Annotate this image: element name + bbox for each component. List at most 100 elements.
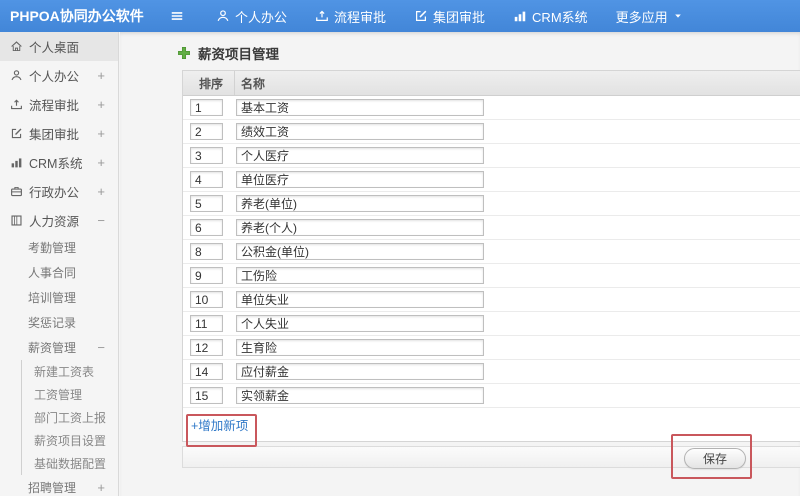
order-input[interactable] [190, 387, 223, 404]
expand-icon: + [97, 155, 105, 170]
sidebar-item-label: 人力资源 [29, 215, 80, 229]
table-row [183, 168, 800, 192]
order-input[interactable] [190, 339, 223, 356]
sidebar-item-group-approval[interactable]: 集团审批 + [0, 119, 118, 148]
sidebar-item-label: 奖惩记录 [28, 316, 77, 330]
sidebar-item-admin-office[interactable]: 行政办公 + [0, 177, 118, 206]
name-input[interactable] [236, 123, 484, 140]
order-input[interactable] [190, 123, 223, 140]
topnav-item-crm-system[interactable]: CRM系统 [499, 0, 602, 32]
order-input[interactable] [190, 243, 223, 260]
sidebar-item-human-resources[interactable]: 人力资源 − [0, 206, 118, 235]
order-input[interactable] [190, 315, 223, 332]
name-input[interactable] [236, 363, 484, 380]
book-icon [10, 214, 23, 227]
sidebar-item-reward-records[interactable]: 奖惩记录 [0, 310, 118, 335]
name-input[interactable] [236, 99, 484, 116]
table-row [183, 192, 800, 216]
caret-down-icon [673, 11, 683, 21]
table-row [183, 264, 800, 288]
name-input[interactable] [236, 267, 484, 284]
expand-icon: + [97, 68, 105, 83]
sidebar-item-personal-desktop[interactable]: 个人桌面 [0, 32, 118, 61]
order-input[interactable] [190, 171, 223, 188]
topnav-item-personal-office[interactable]: 个人办公 [202, 0, 301, 32]
expand-icon: + [97, 480, 105, 495]
user-icon [216, 9, 230, 23]
name-input[interactable] [236, 195, 484, 212]
briefcase-icon [10, 185, 23, 198]
sidebar-item-payroll-mgmt[interactable]: 工资管理 [21, 383, 118, 406]
expand-icon: + [97, 126, 105, 141]
expand-icon: + [97, 97, 105, 112]
order-input[interactable] [190, 363, 223, 380]
sidebar-item-workflow-approval[interactable]: 流程审批 + [0, 90, 118, 119]
name-input[interactable] [236, 243, 484, 260]
order-input[interactable] [190, 99, 223, 116]
column-header-name: 名称 [241, 76, 266, 91]
flow-icon [10, 98, 23, 111]
sidebar-item-dept-payroll-report[interactable]: 部门工资上报 [21, 406, 118, 429]
home-icon [10, 40, 23, 53]
sidebar-item-salary-mgmt[interactable]: 薪资管理 − [0, 335, 118, 360]
topnav-item-label: 个人办公 [235, 9, 288, 25]
sidebar-item-label: 流程审批 [29, 99, 80, 113]
topnav-item-group-approval[interactable]: 集团审批 [400, 0, 499, 32]
sidebar-item-recruitment-mgmt[interactable]: 招聘管理 + [0, 475, 118, 496]
name-input[interactable] [236, 147, 484, 164]
sidebar-item-label: 行政办公 [29, 186, 80, 200]
sidebar-item-label: 部门工资上报 [34, 411, 107, 425]
save-button[interactable]: 保存 [684, 448, 746, 469]
page-title-label: 薪资项目管理 [198, 47, 279, 62]
topnav-item-label: 集团审批 [433, 9, 486, 25]
sidebar-item-crm-system[interactable]: CRM系统 + [0, 148, 118, 177]
sidebar-item-salary-item-config[interactable]: 薪资项目设置 [21, 429, 118, 452]
sidebar-item-training-mgmt[interactable]: 培训管理 [0, 285, 118, 310]
sidebar-item-personal-office[interactable]: 个人办公 + [0, 61, 118, 90]
table-row [183, 288, 800, 312]
name-input[interactable] [236, 339, 484, 356]
table-row [183, 384, 800, 408]
sidebar-item-label: 人事合同 [28, 266, 77, 280]
topnav-item-label: 流程审批 [334, 9, 387, 25]
add-item-row: +增加新项 [183, 408, 800, 441]
name-input[interactable] [236, 315, 484, 332]
add-new-item-link[interactable]: +增加新项 [191, 415, 248, 434]
sidebar-item-hr-contract[interactable]: 人事合同 [0, 260, 118, 285]
sidebar-item-label: 招聘管理 [28, 481, 77, 495]
topnav-item-more-apps[interactable]: 更多应用 [602, 0, 697, 32]
column-header-order: 排序 [183, 71, 235, 95]
collapse-icon: − [97, 340, 105, 355]
order-input[interactable] [190, 195, 223, 212]
sidebar-item-label: 集团审批 [29, 128, 80, 142]
table-row [183, 336, 800, 360]
sidebar-item-label: 基础数据配置 [34, 457, 107, 471]
order-input[interactable] [190, 219, 223, 236]
collapse-icon: − [97, 213, 105, 228]
top-bar: PHPOA协同办公软件 个人办公 流程审批 集团审批 CRM系统 更多应用 [0, 0, 800, 32]
sidebar-item-attendance-mgmt[interactable]: 考勤管理 [0, 235, 118, 260]
hamburger-menu-icon[interactable] [166, 0, 188, 32]
order-input[interactable] [190, 147, 223, 164]
sidebar: 个人桌面 个人办公 + 流程审批 + 集团审批 + CRM系统 + 行政办公 + 人力资源 − 考勤管理人… [0, 32, 119, 496]
main-content: 薪资项目管理 排序 名称 +增加新项 保存 [120, 32, 800, 496]
edit-icon [10, 127, 23, 140]
order-input[interactable] [190, 267, 223, 284]
sidebar-item-new-payroll[interactable]: 新建工资表 [21, 360, 118, 383]
name-input[interactable] [236, 291, 484, 308]
name-input[interactable] [236, 219, 484, 236]
name-input[interactable] [236, 171, 484, 188]
table-row [183, 144, 800, 168]
name-input[interactable] [236, 387, 484, 404]
topnav-item-label: CRM系统 [532, 9, 588, 25]
table-row [183, 96, 800, 120]
chart-icon [513, 9, 527, 23]
order-input[interactable] [190, 291, 223, 308]
topnav-item-workflow-approval[interactable]: 流程审批 [301, 0, 400, 32]
table-row [183, 216, 800, 240]
salary-items-table: 排序 名称 +增加新项 [182, 70, 800, 442]
flow-icon [315, 9, 329, 23]
sidebar-item-basic-data-config[interactable]: 基础数据配置 [21, 452, 118, 475]
edit-icon [414, 9, 428, 23]
sidebar-item-label: 薪资项目设置 [34, 434, 107, 448]
